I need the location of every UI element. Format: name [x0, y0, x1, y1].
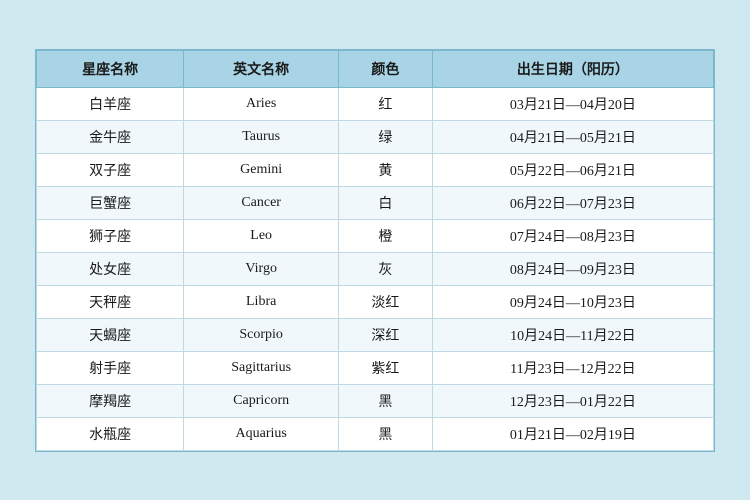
cell-en-name: Libra: [184, 285, 339, 318]
cell-color: 黑: [339, 417, 433, 450]
cell-cn-name: 处女座: [37, 252, 184, 285]
cell-en-name: Scorpio: [184, 318, 339, 351]
cell-date: 08月24日—09月23日: [432, 252, 713, 285]
cell-date: 05月22日—06月21日: [432, 153, 713, 186]
cell-cn-name: 金牛座: [37, 120, 184, 153]
cell-cn-name: 水瓶座: [37, 417, 184, 450]
cell-cn-name: 射手座: [37, 351, 184, 384]
cell-color: 橙: [339, 219, 433, 252]
header-cn-name: 星座名称: [37, 50, 184, 87]
cell-date: 06月22日—07月23日: [432, 186, 713, 219]
cell-date: 07月24日—08月23日: [432, 219, 713, 252]
table-row: 双子座Gemini黄05月22日—06月21日: [37, 153, 714, 186]
cell-en-name: Aquarius: [184, 417, 339, 450]
table-row: 水瓶座Aquarius黑01月21日—02月19日: [37, 417, 714, 450]
cell-cn-name: 双子座: [37, 153, 184, 186]
cell-en-name: Gemini: [184, 153, 339, 186]
cell-date: 11月23日—12月22日: [432, 351, 713, 384]
cell-date: 03月21日—04月20日: [432, 87, 713, 120]
table-row: 金牛座Taurus绿04月21日—05月21日: [37, 120, 714, 153]
table-row: 处女座Virgo灰08月24日—09月23日: [37, 252, 714, 285]
cell-cn-name: 天蝎座: [37, 318, 184, 351]
zodiac-table-container: 星座名称 英文名称 颜色 出生日期（阳历） 白羊座Aries红03月21日—04…: [35, 49, 715, 452]
cell-en-name: Sagittarius: [184, 351, 339, 384]
cell-color: 灰: [339, 252, 433, 285]
cell-color: 红: [339, 87, 433, 120]
cell-color: 白: [339, 186, 433, 219]
cell-cn-name: 天秤座: [37, 285, 184, 318]
table-header-row: 星座名称 英文名称 颜色 出生日期（阳历）: [37, 50, 714, 87]
cell-cn-name: 巨蟹座: [37, 186, 184, 219]
cell-en-name: Aries: [184, 87, 339, 120]
header-en-name: 英文名称: [184, 50, 339, 87]
cell-en-name: Leo: [184, 219, 339, 252]
cell-color: 深红: [339, 318, 433, 351]
cell-cn-name: 白羊座: [37, 87, 184, 120]
zodiac-table: 星座名称 英文名称 颜色 出生日期（阳历） 白羊座Aries红03月21日—04…: [36, 50, 714, 451]
cell-color: 黄: [339, 153, 433, 186]
cell-en-name: Capricorn: [184, 384, 339, 417]
cell-date: 01月21日—02月19日: [432, 417, 713, 450]
cell-color: 黑: [339, 384, 433, 417]
cell-color: 绿: [339, 120, 433, 153]
table-row: 巨蟹座Cancer白06月22日—07月23日: [37, 186, 714, 219]
table-body: 白羊座Aries红03月21日—04月20日金牛座Taurus绿04月21日—0…: [37, 87, 714, 450]
cell-color: 淡红: [339, 285, 433, 318]
header-date: 出生日期（阳历）: [432, 50, 713, 87]
table-row: 摩羯座Capricorn黑12月23日—01月22日: [37, 384, 714, 417]
table-row: 射手座Sagittarius紫红11月23日—12月22日: [37, 351, 714, 384]
table-row: 天蝎座Scorpio深红10月24日—11月22日: [37, 318, 714, 351]
cell-date: 09月24日—10月23日: [432, 285, 713, 318]
cell-date: 12月23日—01月22日: [432, 384, 713, 417]
cell-color: 紫红: [339, 351, 433, 384]
cell-cn-name: 狮子座: [37, 219, 184, 252]
cell-en-name: Taurus: [184, 120, 339, 153]
cell-cn-name: 摩羯座: [37, 384, 184, 417]
cell-date: 10月24日—11月22日: [432, 318, 713, 351]
cell-date: 04月21日—05月21日: [432, 120, 713, 153]
cell-en-name: Cancer: [184, 186, 339, 219]
cell-en-name: Virgo: [184, 252, 339, 285]
table-row: 白羊座Aries红03月21日—04月20日: [37, 87, 714, 120]
table-row: 天秤座Libra淡红09月24日—10月23日: [37, 285, 714, 318]
header-color: 颜色: [339, 50, 433, 87]
table-row: 狮子座Leo橙07月24日—08月23日: [37, 219, 714, 252]
